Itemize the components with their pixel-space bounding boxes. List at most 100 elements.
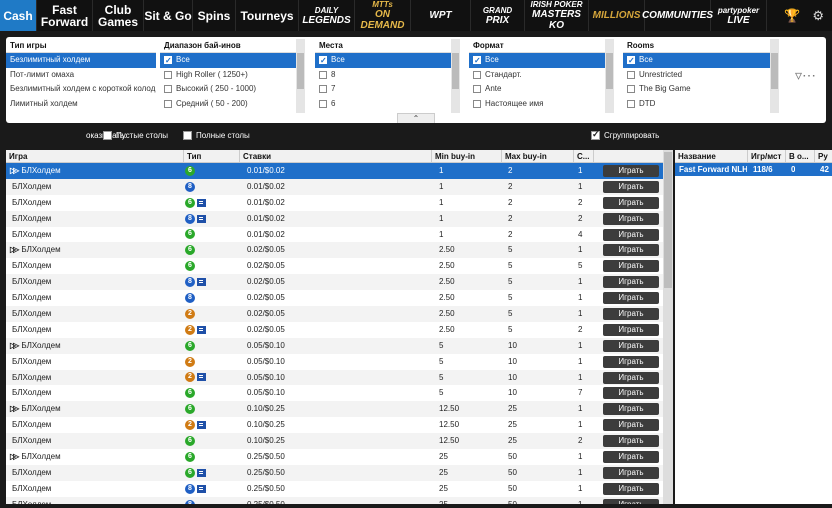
table-row[interactable]: БЛХолдем 6 0.10/$0.25 12.50 25 2 Играть bbox=[6, 433, 663, 450]
checkbox[interactable] bbox=[473, 54, 481, 68]
play-button[interactable]: Играть bbox=[603, 451, 659, 464]
promo-3[interactable]: GRAND PRIX bbox=[471, 0, 525, 31]
tab-2[interactable]: Club Games bbox=[93, 0, 144, 31]
promo-6[interactable]: COMMUNITIES bbox=[642, 0, 713, 31]
promo-4[interactable]: IRISH POKER MASTERS KO bbox=[525, 0, 589, 31]
filter-option[interactable]: Пот-лимит омаха bbox=[6, 68, 156, 83]
table-row[interactable]: БЛХолдем 6 0.01/$0.02 1 2 4 Играть bbox=[6, 227, 663, 243]
filter-option[interactable]: Все bbox=[623, 53, 779, 68]
filter-option[interactable]: Настоящее имя bbox=[469, 97, 614, 112]
promo-7[interactable]: partypoker LIVE bbox=[711, 0, 767, 31]
group-toggle[interactable]: Сгруппировать bbox=[591, 129, 659, 140]
filter-option[interactable]: Стандарт. bbox=[469, 68, 614, 83]
group-checkbox[interactable] bbox=[591, 129, 600, 140]
filter-option[interactable]: Лимитный холдем bbox=[6, 97, 156, 112]
checkbox[interactable] bbox=[319, 54, 327, 68]
play-button[interactable]: Играть bbox=[603, 339, 659, 352]
empty-tables-checkbox[interactable] bbox=[103, 131, 112, 140]
checkbox[interactable] bbox=[164, 99, 172, 108]
table-row[interactable]: БЛХолдем 2 0.10/$0.25 12.50 25 1 Играть bbox=[6, 417, 663, 433]
filter-scrollbar[interactable] bbox=[296, 39, 305, 113]
play-button[interactable]: Играть bbox=[603, 244, 659, 257]
table-row[interactable]: БЛХолдем 2 0.05/$0.10 5 10 1 Играть bbox=[6, 369, 663, 386]
scroll-thumb[interactable] bbox=[771, 53, 778, 89]
tab-3[interactable]: Sit & Go bbox=[144, 0, 193, 31]
play-button[interactable]: Играть bbox=[603, 212, 659, 225]
checkbox[interactable] bbox=[319, 70, 327, 79]
col-game[interactable]: Игра bbox=[6, 150, 27, 163]
filter-option[interactable]: Все bbox=[160, 53, 305, 68]
checkbox[interactable] bbox=[164, 54, 172, 68]
scroll-thumb[interactable] bbox=[452, 53, 459, 89]
play-button[interactable]: Играть bbox=[603, 355, 659, 368]
play-button[interactable]: Играть bbox=[603, 387, 659, 400]
filter-scrollbar[interactable] bbox=[451, 39, 460, 113]
play-button[interactable]: Играть bbox=[603, 276, 659, 289]
play-button[interactable]: Играть bbox=[603, 435, 659, 448]
col-min-buyin[interactable]: Min buy-in bbox=[431, 150, 475, 163]
col-type[interactable]: Тип bbox=[183, 150, 201, 163]
checkbox[interactable] bbox=[627, 54, 635, 68]
table-row[interactable]: БЛХолдем 8 0.01/$0.02 1 2 1 Играть bbox=[6, 178, 663, 195]
play-button[interactable]: Играть bbox=[603, 466, 659, 479]
checkbox[interactable] bbox=[319, 99, 327, 108]
table-row[interactable]: БЛХолдем 6 0.02/$0.05 2.50 5 5 Играть bbox=[6, 258, 663, 274]
collapse-filters-button[interactable]: ⌃ bbox=[397, 113, 435, 123]
details-row[interactable]: Fast Forward NLH... 118/6 0 42 bbox=[675, 163, 832, 176]
trophy-icon[interactable]: 🏆 bbox=[784, 8, 800, 24]
play-button[interactable]: Играть bbox=[603, 498, 659, 504]
table-scrollbar[interactable] bbox=[663, 150, 673, 504]
col-players[interactable]: Игр/мст bbox=[747, 150, 781, 163]
play-button[interactable]: Играть bbox=[603, 180, 659, 193]
table-row[interactable]: ▷▷ БЛХолдем 6 0.01/$0.02 1 2 1 Играть bbox=[6, 163, 663, 179]
promo-0[interactable]: DAILY LEGENDS bbox=[299, 0, 355, 31]
col-max-buyin[interactable]: Max buy-in bbox=[501, 150, 547, 163]
table-row[interactable]: БЛХолдем 8 0.02/$0.05 2.50 5 1 Играть bbox=[6, 290, 663, 306]
filter-option[interactable]: Безлимитный холдем с короткой колод... bbox=[6, 82, 156, 97]
tab-5[interactable]: Tourneys bbox=[236, 0, 299, 31]
play-button[interactable]: Играть bbox=[603, 260, 659, 273]
promo-5[interactable]: MILLIONS bbox=[589, 0, 645, 31]
filter-option[interactable]: Unrestricted bbox=[623, 68, 779, 83]
play-button[interactable]: Играть bbox=[603, 323, 659, 336]
play-button[interactable]: Играть bbox=[603, 419, 659, 432]
filter-scrollbar[interactable] bbox=[605, 39, 614, 113]
filter-option[interactable]: DTD bbox=[623, 97, 779, 112]
table-row[interactable]: ▷▷ БЛХолдем 6 0.10/$0.25 12.50 25 1 Играть bbox=[6, 401, 663, 418]
filter-funnel-icon[interactable]: ▿⋯ bbox=[795, 67, 816, 84]
table-row[interactable]: БЛХолдем 8 0.25/$0.50 25 50 1 Играть bbox=[6, 496, 663, 504]
checkbox[interactable] bbox=[473, 70, 481, 79]
filter-option[interactable]: 8 bbox=[315, 68, 460, 83]
tab-4[interactable]: Spins bbox=[193, 0, 236, 31]
play-button[interactable]: Играть bbox=[603, 292, 659, 305]
filter-option[interactable]: High Roller ( 1250+) bbox=[160, 68, 305, 83]
checkbox[interactable] bbox=[473, 85, 481, 94]
filter-option[interactable]: Все bbox=[469, 53, 614, 68]
filter-option[interactable]: Ante bbox=[469, 82, 614, 97]
empty-tables-toggle[interactable]: Пустые столы bbox=[103, 131, 168, 140]
table-row[interactable]: БЛХолдем 8 0.01/$0.02 1 2 2 Играть bbox=[6, 210, 663, 227]
scroll-thumb[interactable] bbox=[297, 53, 304, 89]
filter-option[interactable]: 6 bbox=[315, 97, 460, 112]
table-row[interactable]: БЛХолдем 8 0.02/$0.05 2.50 5 1 Играть bbox=[6, 274, 663, 291]
checkbox[interactable] bbox=[473, 99, 481, 108]
col-stakes[interactable]: Ставки bbox=[239, 150, 271, 163]
table-row[interactable]: ▷▷ БЛХолдем 6 0.25/$0.50 25 50 1 Играть bbox=[6, 449, 663, 465]
table-row[interactable]: БЛХолдем 2 0.05/$0.10 5 10 1 Играть bbox=[6, 354, 663, 370]
play-button[interactable]: Играть bbox=[603, 228, 659, 241]
table-row[interactable]: БЛХолдем 6 0.05/$0.10 5 10 7 Играть bbox=[6, 385, 663, 401]
tab-0[interactable]: Cash bbox=[0, 0, 37, 31]
filter-option[interactable]: Все bbox=[315, 53, 460, 68]
play-button[interactable]: Играть bbox=[603, 196, 659, 209]
play-button[interactable]: Играть bbox=[603, 165, 659, 177]
filter-option[interactable]: 7 bbox=[315, 82, 460, 97]
tab-1[interactable]: Fast Forward bbox=[37, 0, 93, 31]
promo-2[interactable]: WPT bbox=[411, 0, 471, 31]
table-row[interactable]: БЛХолдем 2 0.02/$0.05 2.50 5 2 Играть bbox=[6, 322, 663, 338]
checkbox[interactable] bbox=[627, 70, 635, 79]
promo-1[interactable]: MTTs ON DEMAND bbox=[355, 0, 411, 31]
play-button[interactable]: Играть bbox=[603, 371, 659, 384]
scroll-thumb[interactable] bbox=[606, 53, 613, 89]
checkbox[interactable] bbox=[164, 85, 172, 94]
table-row[interactable]: БЛХолдем 8 0.25/$0.50 25 50 1 Играть bbox=[6, 481, 663, 497]
